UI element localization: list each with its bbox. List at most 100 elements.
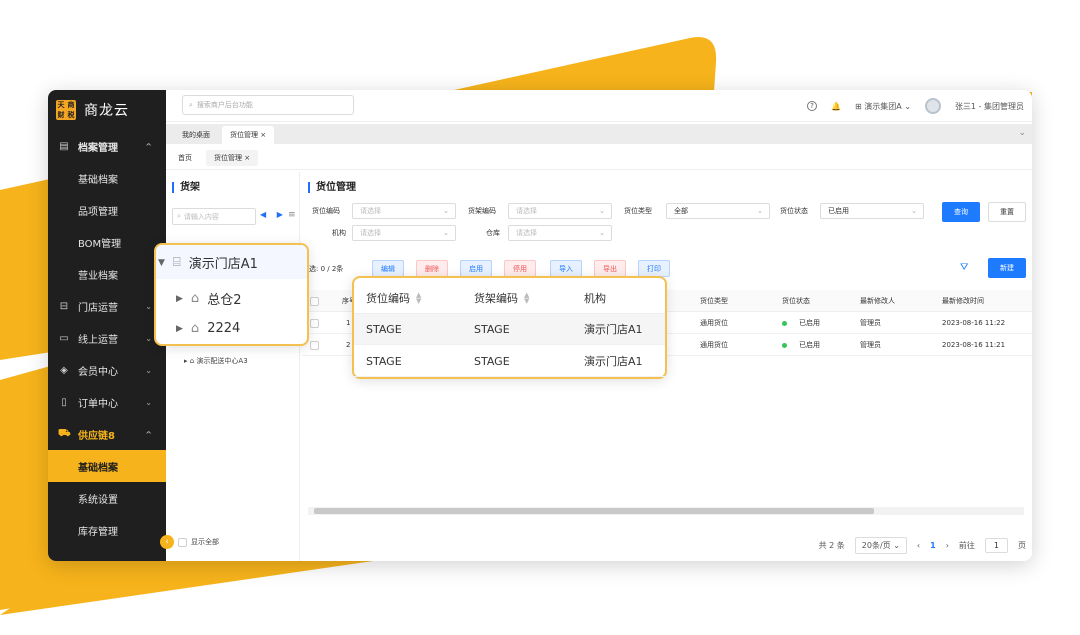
sidebar-collapse-button[interactable]: ‹ xyxy=(160,535,174,549)
status-text: 已启用 xyxy=(799,341,820,349)
sidebar-item-supply-basic[interactable]: 基础档案 xyxy=(48,450,166,482)
filter-warehouse-select[interactable]: 请选择 ⌄ xyxy=(508,225,612,241)
filter-location-type-select[interactable]: 全部 ⌄ xyxy=(666,203,770,219)
column-header-status[interactable]: 货位状态 xyxy=(782,290,810,312)
sidebar-item-archive[interactable]: ▤ 档案管理 ^ xyxy=(48,130,166,162)
sidebar-item-label: 库存管理 xyxy=(78,526,118,538)
reset-button[interactable]: 重置 xyxy=(988,202,1026,222)
goto-page-input[interactable]: 1 xyxy=(984,537,1008,553)
sidebar-item-store-ops[interactable]: ⊟ 门店运营 ⌄ xyxy=(48,290,166,322)
filter-warehouse-label: 仓库 xyxy=(486,229,500,237)
header-label: 货位编码 xyxy=(366,291,410,305)
header-label: 机构 xyxy=(584,291,606,305)
tree-nav-arrows[interactable]: ◀ ▶ xyxy=(260,210,287,219)
delete-button[interactable]: 删除 xyxy=(416,260,448,277)
next-page-button[interactable]: › xyxy=(946,541,949,550)
scrollbar-thumb[interactable] xyxy=(314,508,874,514)
column-header-shelf-code[interactable]: 货架编码 ▲ ▼ xyxy=(474,282,529,313)
org-switcher[interactable]: ⊞ 演示集团A ⌄ xyxy=(855,101,911,112)
sidebar-item-online-ops[interactable]: ▭ 线上运营 ⌄ xyxy=(48,322,166,354)
filter-shelf-code-select[interactable]: 请选择 ⌄ xyxy=(508,203,612,219)
sidebar-item-label: 档案管理 xyxy=(78,142,118,154)
sidebar-item-label: 系统设置 xyxy=(78,494,118,506)
column-header-org[interactable]: 机构 xyxy=(584,282,606,313)
tree-node-dc-a3[interactable]: ▸ ⌂ 演示配送中心A3 xyxy=(184,356,248,366)
tab-location-management-page[interactable]: 货位管理 × xyxy=(206,149,259,166)
chevron-down-icon: ⌄ xyxy=(145,333,152,343)
filter-org-select[interactable]: 请选择 ⌄ xyxy=(352,225,456,241)
table-row[interactable]: STAGE STAGE 演示门店A1 xyxy=(354,314,665,345)
tab-home[interactable]: 首页 xyxy=(178,153,192,163)
tree-search-input[interactable]: ⌕ 请输入内容 xyxy=(172,208,256,225)
chevron-down-icon[interactable]: ⌄ xyxy=(1018,128,1026,138)
tree-node-warehouse-2[interactable]: ▶ ⌂ 总仓2 xyxy=(176,289,241,308)
sidebar-item-label: 门店运营 xyxy=(78,302,118,314)
print-button[interactable]: 打印 xyxy=(638,260,670,277)
sort-icon[interactable]: ▲ ▼ xyxy=(416,291,421,304)
logo-char: 天 xyxy=(57,101,65,109)
building-icon: ⊞ xyxy=(854,101,865,111)
help-icon[interactable]: ? xyxy=(807,101,817,111)
bell-icon[interactable]: 🔔 xyxy=(831,102,841,111)
sidebar-item-member[interactable]: ◈ 会员中心 ⌄ xyxy=(48,354,166,386)
query-button[interactable]: 查询 xyxy=(942,202,980,222)
cell-shelf-code: STAGE xyxy=(474,354,510,368)
select-all-checkbox[interactable] xyxy=(310,296,319,306)
sidebar-item-supply-chain[interactable]: ⛟ 供应链8 ^ xyxy=(48,418,166,450)
column-header-type[interactable]: 货位类型 xyxy=(700,290,728,312)
import-button[interactable]: 导入 xyxy=(550,260,582,277)
sidebar-item-product[interactable]: 品项管理 xyxy=(48,194,166,226)
tree-node-store-a1[interactable]: ▼ ⌸ 演示门店A1 xyxy=(158,253,258,272)
column-header-modified-at[interactable]: 最新修改时间 xyxy=(942,290,984,312)
pagination: 共 2 条 20条/页 ⌄ ‹ 1 › 前往 1 页 xyxy=(819,536,1026,554)
sidebar-item-inventory[interactable]: 库存管理 xyxy=(48,514,166,546)
pager-total: 共 2 条 xyxy=(818,540,845,550)
caret-right-icon[interactable]: ▶ xyxy=(176,294,183,304)
caret-down-icon[interactable]: ▼ xyxy=(158,258,165,268)
chevron-up-icon: ^ xyxy=(145,429,152,439)
horizontal-scrollbar[interactable] xyxy=(308,507,1024,515)
export-button[interactable]: 导出 xyxy=(594,260,626,277)
tab-desktop[interactable]: 我的桌面 xyxy=(174,126,218,144)
sidebar-item-bom[interactable]: BOM管理 xyxy=(48,226,166,258)
sidebar-item-order[interactable]: ▯ 订单中心 ⌄ xyxy=(48,386,166,418)
tree-node-2224[interactable]: ▶ ⌂ 2224 xyxy=(176,321,240,336)
column-header-location-code[interactable]: 货位编码 ▲ ▼ xyxy=(366,282,421,313)
sidebar-item-system-settings[interactable]: 系统设置 xyxy=(48,482,166,514)
avatar[interactable] xyxy=(924,98,941,114)
tab-location-management[interactable]: 货位管理 × xyxy=(222,126,275,144)
new-button[interactable]: 新建 xyxy=(988,258,1026,278)
chevron-down-icon: ⌄ xyxy=(757,207,763,215)
sort-icon[interactable]: ▲ ▼ xyxy=(524,291,529,304)
show-all-toggle[interactable]: 显示全部 xyxy=(178,537,219,547)
caret-right-icon[interactable]: ▶ xyxy=(176,324,183,334)
current-page[interactable]: 1 xyxy=(930,541,936,550)
cell-type: 通用货位 xyxy=(700,319,728,327)
sidebar-item-label: 营业档案 xyxy=(78,270,118,282)
sidebar-item-label: BOM管理 xyxy=(78,238,122,250)
prev-page-button[interactable]: ‹ xyxy=(917,541,920,550)
sidebar-item-basic-archive[interactable]: 基础档案 xyxy=(48,162,166,194)
select-placeholder: 请选择 xyxy=(516,207,537,215)
column-header-modifier[interactable]: 最新修改人 xyxy=(860,290,895,312)
global-search-input[interactable]: ⌕ 搜索商户后台功能 xyxy=(182,95,354,115)
filter-location-code-select[interactable]: 请选择 ⌄ xyxy=(352,203,456,219)
sidebar-item-label: 订单中心 xyxy=(78,398,118,410)
menu-icon[interactable]: ≡ xyxy=(288,210,296,220)
table-zoom-callout: 货位编码 ▲ ▼ 货架编码 ▲ ▼ 机构 STAGE STAGE 演示门店A1 STAG… xyxy=(352,276,667,379)
table-row[interactable]: STAGE STAGE 演示门店A1 xyxy=(354,346,665,377)
enable-button[interactable]: 启用 xyxy=(460,260,492,277)
cell-status: 已启用 xyxy=(782,312,820,334)
user-name[interactable]: 张三1 - 集团管理员 xyxy=(955,101,1024,112)
page-size-select[interactable]: 20条/页 ⌄ xyxy=(854,536,907,554)
disable-button[interactable]: 停用 xyxy=(504,260,536,277)
row-checkbox[interactable] xyxy=(310,318,319,328)
filter-location-status-select[interactable]: 已启用 ⌄ xyxy=(820,203,924,219)
show-all-checkbox[interactable] xyxy=(178,537,187,547)
sidebar-item-business-archive[interactable]: 营业档案 xyxy=(48,258,166,290)
row-checkbox[interactable] xyxy=(310,340,319,350)
sidebar-item-label: 线上运营 xyxy=(78,334,118,346)
sidebar-item-label: 会员中心 xyxy=(78,366,118,378)
filter-icon[interactable]: ⛛ xyxy=(960,262,968,273)
edit-button[interactable]: 编辑 xyxy=(372,260,404,277)
